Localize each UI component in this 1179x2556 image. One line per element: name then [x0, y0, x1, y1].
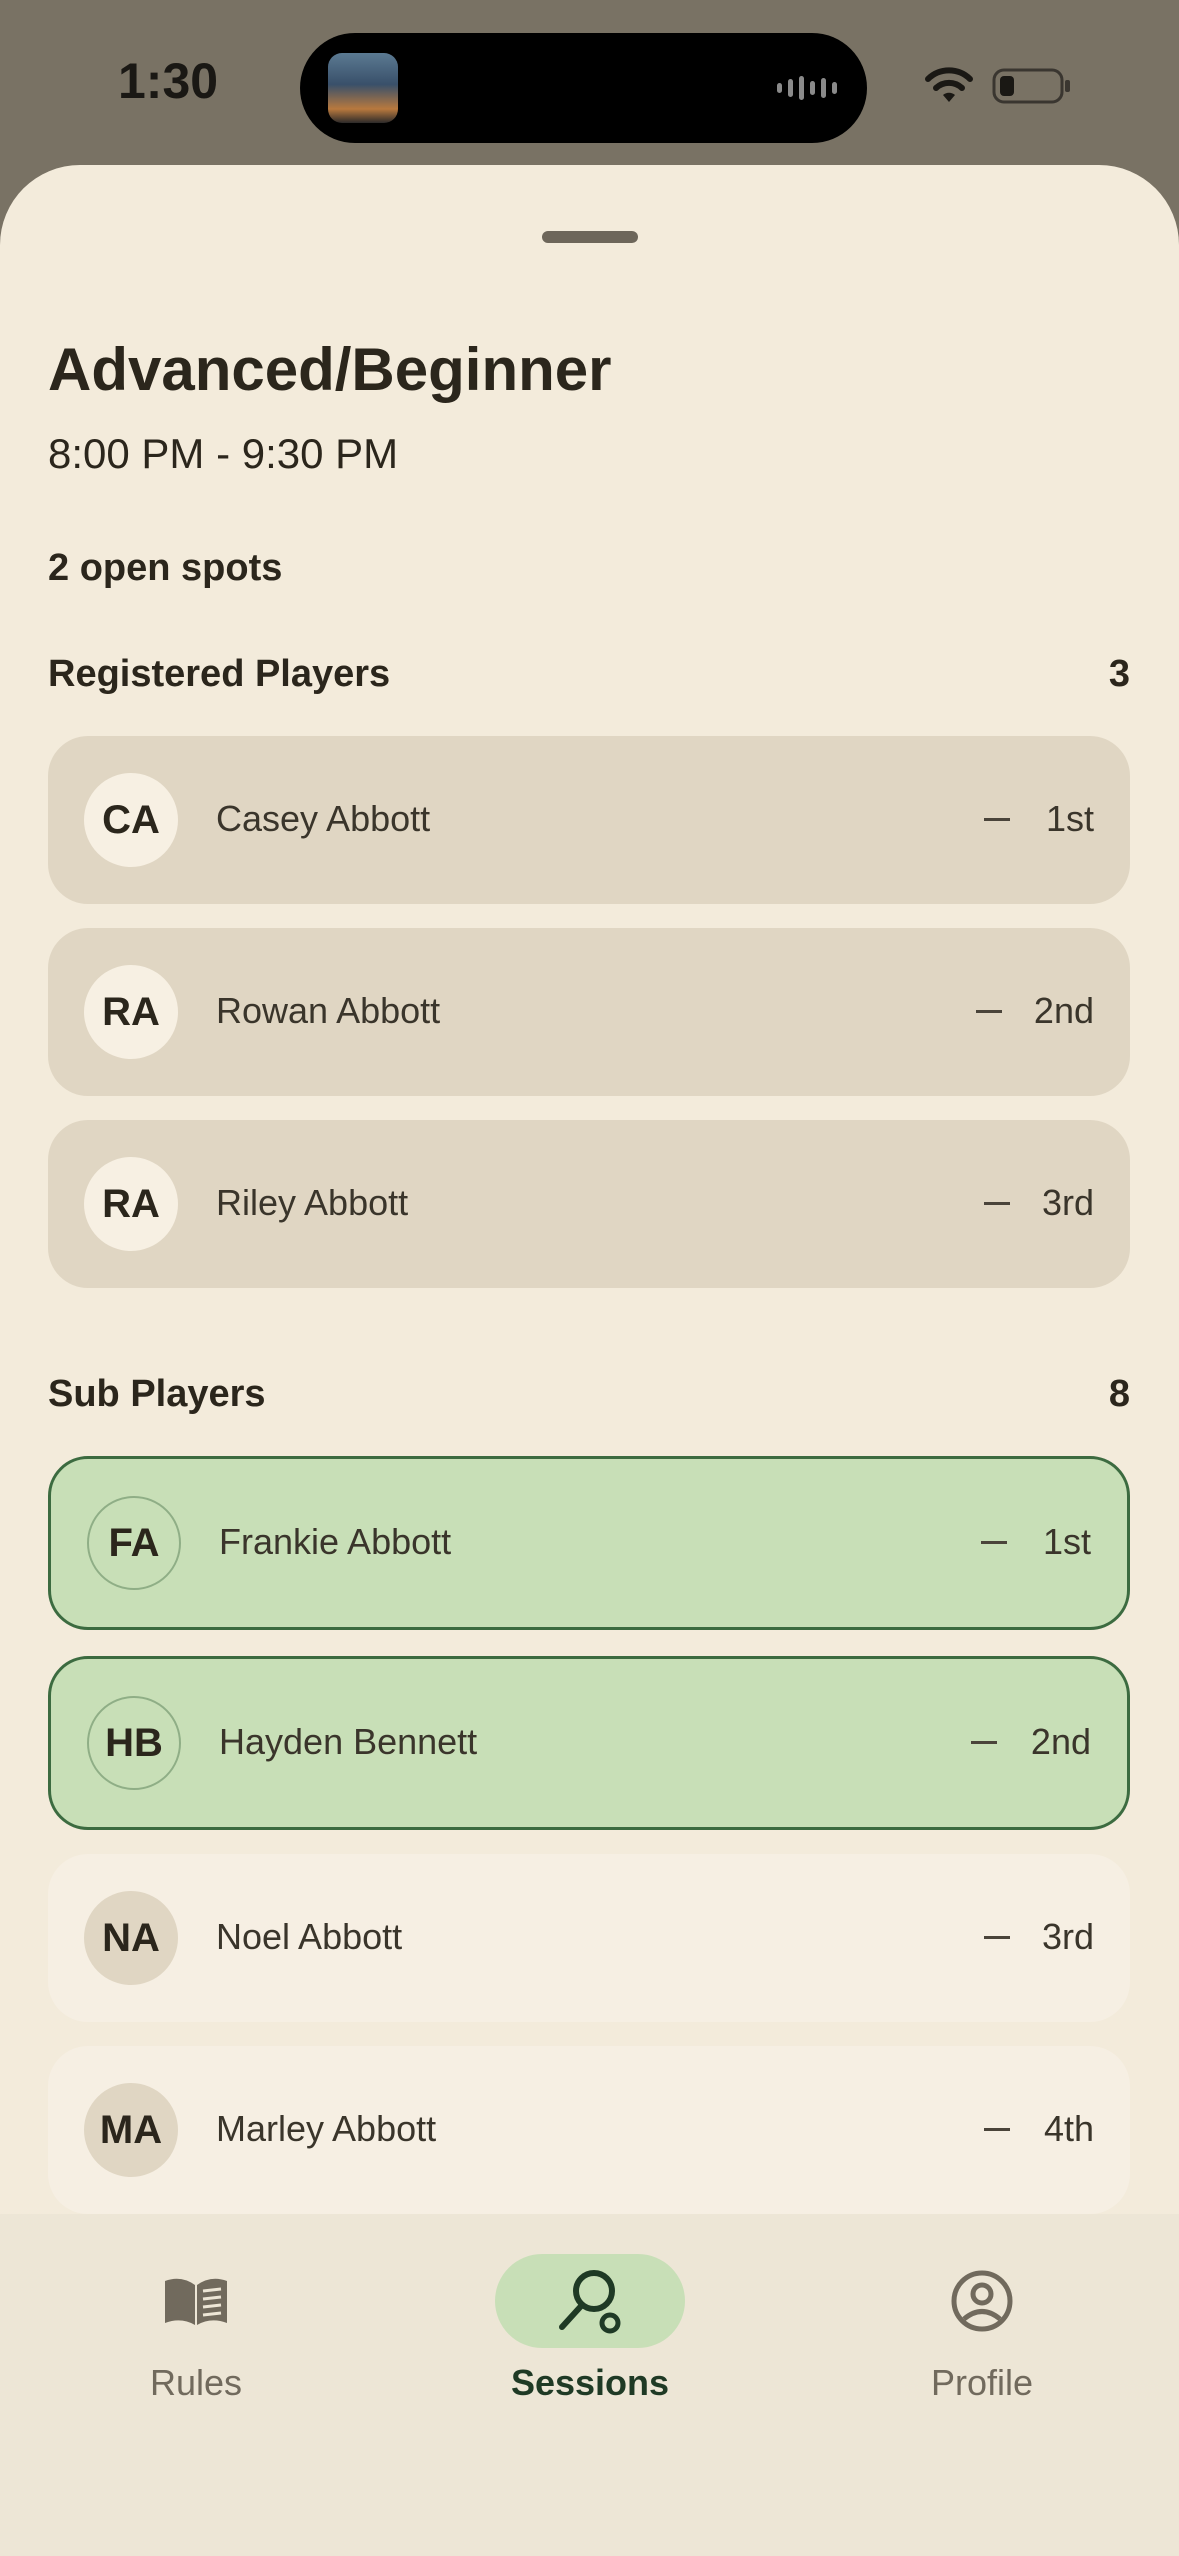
- player-name: Noel Abbott: [216, 1916, 403, 1957]
- nav-profile[interactable]: Profile: [832, 2254, 1132, 2404]
- avatar: HB: [87, 1696, 181, 1790]
- dash-icon: [984, 818, 1010, 821]
- nav-rules-pill: [101, 2254, 291, 2348]
- registered-players-count: 3: [1108, 653, 1130, 695]
- player-rank: 1st: [1045, 798, 1094, 839]
- nav-profile-label: Profile: [930, 2362, 1034, 2403]
- registered-players-heading: Registered Players: [48, 653, 391, 695]
- avatar: RA: [84, 965, 178, 1059]
- wifi-icon: [925, 67, 973, 102]
- dash-icon: [984, 1202, 1010, 1205]
- now-playing-artwork: [328, 53, 398, 123]
- avatar: MA: [84, 2083, 178, 2177]
- sub-player-row[interactable]: MA Marley Abbott 4th: [48, 2046, 1130, 2214]
- player-name: Casey Abbott: [216, 798, 431, 839]
- nav-profile-pill: [887, 2254, 1077, 2348]
- nav-sessions-label: Sessions: [510, 2362, 670, 2403]
- player-rank: 3rd: [1041, 1182, 1094, 1223]
- avatar: FA: [87, 1496, 181, 1590]
- player-name: Frankie Abbott: [219, 1521, 452, 1562]
- bottom-navigation: Rules Sessions Profile: [0, 2214, 1179, 2556]
- nav-sessions[interactable]: Sessions: [440, 2254, 740, 2404]
- dash-icon: [971, 1741, 997, 1744]
- nav-rules[interactable]: Rules: [46, 2254, 346, 2404]
- player-rank: 4th: [1043, 2108, 1094, 2149]
- sub-players-count: 8: [1108, 1373, 1130, 1415]
- session-time: 8:00 PM - 9:30 PM: [48, 430, 399, 477]
- racket-icon: [559, 2270, 621, 2334]
- registered-players-header: Registered Players 3: [48, 653, 1130, 696]
- dash-icon: [981, 1541, 1007, 1544]
- player-name: Riley Abbott: [216, 1182, 409, 1223]
- dash-icon: [984, 2128, 1010, 2131]
- player-name: Rowan Abbott: [216, 990, 441, 1031]
- status-time: 1:30: [118, 53, 219, 109]
- book-icon: [165, 2278, 227, 2325]
- avatar: CA: [84, 773, 178, 867]
- avatar: NA: [84, 1891, 178, 1985]
- sheet-drag-handle[interactable]: [542, 231, 638, 243]
- player-rank: 3rd: [1041, 1916, 1094, 1957]
- session-detail-sheet: Advanced/Beginner 8:00 PM - 9:30 PM 2 op…: [0, 165, 1179, 2556]
- avatar: RA: [84, 1157, 178, 1251]
- dynamic-island[interactable]: [300, 33, 867, 143]
- player-name: Hayden Bennett: [219, 1721, 478, 1762]
- dash-icon: [984, 1936, 1010, 1939]
- nav-sessions-pill: [495, 2254, 685, 2348]
- session-title: Advanced/Beginner: [48, 336, 612, 403]
- account-icon: [951, 2270, 1013, 2332]
- registered-player-row[interactable]: CA Casey Abbott 1st: [48, 736, 1130, 904]
- sub-player-row-selected[interactable]: FA Frankie Abbott 1st: [48, 1456, 1130, 1630]
- nav-rules-label: Rules: [149, 2362, 243, 2403]
- battery-icon: [992, 68, 1070, 104]
- sub-players-heading: Sub Players: [48, 1373, 266, 1415]
- open-spots-label: 2 open spots: [48, 547, 283, 589]
- registered-player-row[interactable]: RA Riley Abbott 3rd: [48, 1120, 1130, 1288]
- sub-player-row-selected[interactable]: HB Hayden Bennett 2nd: [48, 1656, 1130, 1830]
- sub-players-header: Sub Players 8: [48, 1373, 1130, 1416]
- registered-player-row[interactable]: RA Rowan Abbott 2nd: [48, 928, 1130, 1096]
- dash-icon: [976, 1010, 1002, 1013]
- player-rank: 2nd: [1030, 1721, 1091, 1762]
- status-bar: 1:30: [0, 0, 1179, 165]
- player-rank: 1st: [1042, 1521, 1091, 1562]
- player-name: Marley Abbott: [216, 2108, 437, 2149]
- sub-player-row[interactable]: NA Noel Abbott 3rd: [48, 1854, 1130, 2022]
- player-rank: 2nd: [1033, 990, 1094, 1031]
- audio-waveform-icon: [777, 75, 837, 101]
